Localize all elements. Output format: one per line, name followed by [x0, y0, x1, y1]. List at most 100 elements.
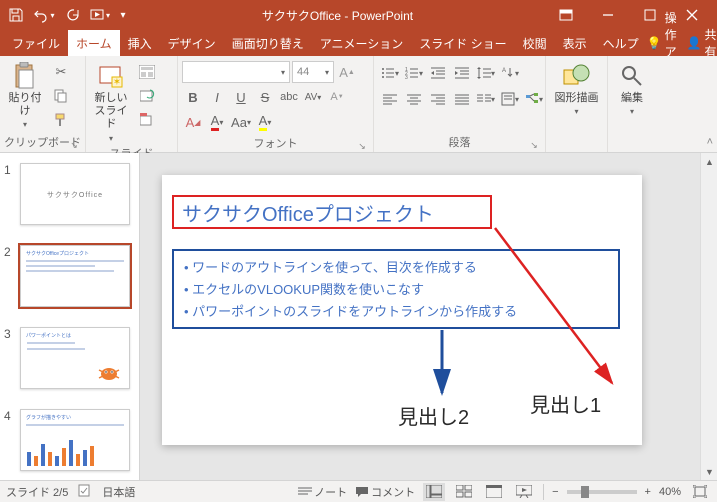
undo-icon[interactable]: ▾ [32, 3, 56, 27]
zoom-in-icon[interactable]: + [645, 486, 651, 498]
thumb-number: 4 [4, 409, 16, 471]
tab-home[interactable]: ホーム [68, 30, 120, 56]
highlight-icon[interactable]: A▾ [254, 111, 276, 133]
slide-title-placeholder[interactable]: サクサクOfficeプロジェクト [172, 195, 492, 229]
new-slide-button[interactable]: ✶ 新しい スライド ▾ [90, 58, 132, 143]
change-case-icon[interactable]: Aa▾ [230, 111, 252, 133]
columns-icon[interactable]: ▾ [474, 87, 498, 111]
new-slide-label: 新しい スライド [90, 92, 132, 132]
font-launcher-icon[interactable]: ↘ [357, 141, 367, 151]
notes-button[interactable]: ノート [298, 484, 347, 500]
tab-file[interactable]: ファイル [4, 30, 68, 56]
thumbnail-1[interactable]: 1 サクサクOffice [0, 153, 139, 235]
share-label: 共有 [705, 26, 717, 60]
paragraph-group-label: 段落 [449, 137, 471, 149]
character-spacing-icon[interactable]: AV▾ [302, 86, 324, 108]
slide-thumbnail-panel[interactable]: 1 サクサクOffice 2 サクサクOfficeプロジェクト 3 パワーポイン… [0, 153, 140, 480]
zoom-value[interactable]: 40% [659, 486, 681, 498]
spellcheck-icon[interactable] [78, 483, 92, 500]
redo-icon[interactable] [60, 3, 84, 27]
thumb-number: 3 [4, 327, 16, 389]
save-icon[interactable] [4, 3, 28, 27]
ribbon-display-icon[interactable] [545, 0, 587, 30]
collapse-ribbon-icon[interactable]: ˄ [707, 136, 713, 148]
shapes-icon [563, 62, 591, 90]
grow-font-icon[interactable]: A▲ [336, 61, 358, 83]
align-left-icon[interactable] [378, 87, 402, 111]
align-text-icon[interactable]: ▾ [498, 87, 522, 111]
font-group-label: フォント [254, 138, 298, 150]
format-painter-icon[interactable] [50, 109, 72, 131]
status-language[interactable]: 日本語 [102, 484, 135, 500]
zoom-slider[interactable] [567, 490, 637, 494]
status-slide-number[interactable]: スライド 2/5 [6, 484, 68, 500]
align-center-icon[interactable] [402, 87, 426, 111]
slide-title-text: サクサクOfficeプロジェクト [182, 198, 434, 227]
tab-design[interactable]: デザイン [160, 30, 224, 56]
editing-button[interactable]: 編集 ▾ [612, 58, 652, 117]
tab-transitions[interactable]: 画面切り替え [224, 30, 312, 56]
bullets-icon[interactable]: ▾ [378, 61, 402, 85]
start-from-beginning-icon[interactable]: ▾ [88, 3, 112, 27]
annotation-arrow-red [490, 223, 650, 393]
vertical-scrollbar[interactable]: ▲ ▼ [700, 153, 717, 480]
shrink-font-icon[interactable]: A▼ [326, 86, 348, 108]
qat-customize-icon[interactable]: ▾ [116, 3, 130, 27]
slideshow-view-icon[interactable] [513, 483, 535, 501]
sorter-view-icon[interactable] [453, 483, 475, 501]
line-spacing-icon[interactable]: ▾ [474, 61, 498, 85]
italic-icon[interactable]: I [206, 86, 228, 108]
minimize-button[interactable] [587, 0, 629, 30]
drawing-label: 図形描画 [555, 92, 599, 105]
section-icon[interactable] [136, 109, 158, 131]
shadow-icon[interactable]: abc [278, 86, 300, 108]
thumbnail-3[interactable]: 3 パワーポイントとは [0, 317, 139, 399]
reading-view-icon[interactable] [483, 483, 505, 501]
text-direction-icon[interactable]: A▾ [498, 61, 522, 85]
svg-text:A: A [502, 68, 506, 74]
tab-slideshow[interactable]: スライド ショー [411, 30, 514, 56]
font-color-icon[interactable]: A▾ [206, 111, 228, 133]
thumbnail-4[interactable]: 4 グラフが描きやすい [0, 399, 139, 480]
slide-editor[interactable]: サクサクOfficeプロジェクト ワードのアウトラインを使って、目次を作成する … [140, 153, 717, 480]
scroll-up-icon[interactable]: ▲ [701, 153, 717, 170]
annotation-heading1: 見出し1 [530, 389, 601, 418]
font-family-combo[interactable]: ▾ [182, 61, 290, 83]
decrease-indent-icon[interactable] [426, 61, 450, 85]
align-right-icon[interactable] [426, 87, 450, 111]
reset-icon[interactable] [136, 85, 158, 107]
clear-format-icon[interactable]: A◢ [182, 111, 204, 133]
paragraph-launcher-icon[interactable]: ↘ [529, 140, 539, 150]
clipboard-icon [11, 62, 39, 90]
share-button[interactable]: 👤共有 [687, 26, 717, 60]
cut-icon[interactable]: ✂ [50, 61, 72, 83]
notes-label: ノート [314, 484, 347, 500]
strikethrough-icon[interactable]: S [254, 86, 276, 108]
scroll-down-icon[interactable]: ▼ [701, 463, 717, 480]
tab-review[interactable]: 校閲 [515, 30, 555, 56]
tab-insert[interactable]: 挿入 [120, 30, 160, 56]
zoom-out-icon[interactable]: − [552, 486, 558, 498]
comments-button[interactable]: コメント [355, 484, 415, 500]
clipboard-launcher-icon[interactable]: ↘ [69, 140, 79, 150]
justify-icon[interactable] [450, 87, 474, 111]
normal-view-icon[interactable] [423, 483, 445, 501]
tab-animations[interactable]: アニメーション [312, 30, 412, 56]
increase-indent-icon[interactable] [450, 61, 474, 85]
underline-icon[interactable]: U [230, 86, 252, 108]
svg-text:✶: ✶ [113, 77, 121, 88]
font-size-value: 44 [297, 66, 309, 78]
layout-icon[interactable] [136, 61, 158, 83]
tab-help[interactable]: ヘルプ [595, 30, 647, 56]
numbering-icon[interactable]: 123▾ [402, 61, 426, 85]
slide-canvas[interactable]: サクサクOfficeプロジェクト ワードのアウトラインを使って、目次を作成する … [162, 175, 642, 445]
tab-view[interactable]: 表示 [555, 30, 595, 56]
fit-window-icon[interactable] [689, 483, 711, 501]
paste-button[interactable]: 貼り付け ▾ [4, 58, 46, 130]
smartart-icon[interactable]: ▾ [522, 87, 546, 111]
shapes-button[interactable]: 図形描画 ▾ [550, 58, 603, 117]
font-size-combo[interactable]: 44▾ [292, 61, 334, 83]
bold-icon[interactable]: B [182, 86, 204, 108]
thumbnail-2[interactable]: 2 サクサクOfficeプロジェクト [0, 235, 139, 317]
copy-icon[interactable] [50, 85, 72, 107]
